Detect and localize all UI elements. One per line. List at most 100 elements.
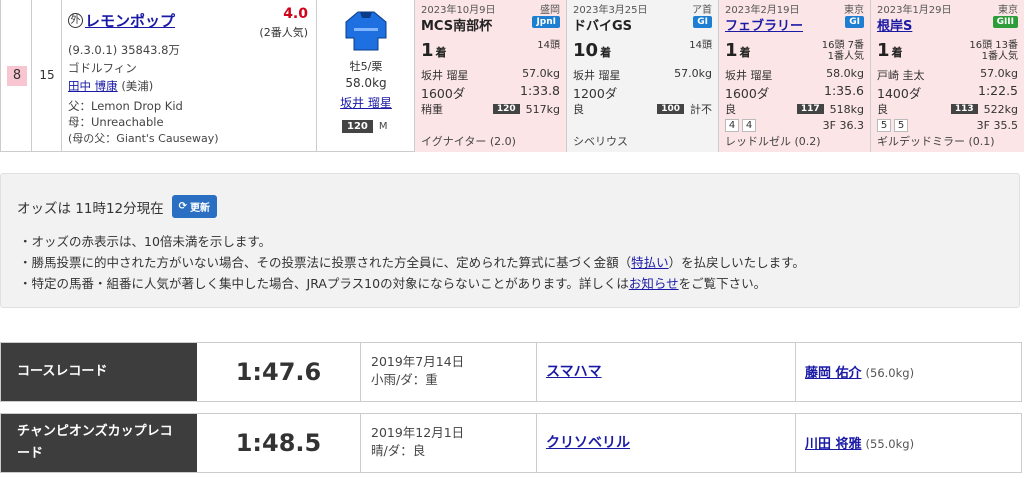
grade-badge: GI <box>693 16 712 28</box>
trainer-stable: (美浦) <box>121 79 154 93</box>
past-run-body-weight: 517kg <box>525 102 560 116</box>
jockey-link[interactable]: 坂井 瑠星 <box>340 96 392 110</box>
past-run-last3f: 3F 35.5 <box>976 119 1018 132</box>
sex-age: 牡5/栗 <box>349 60 383 73</box>
rating-box: 120 M <box>342 120 388 133</box>
horse-name-link[interactable]: レモンポップ <box>85 10 175 31</box>
past-run-track: 良 <box>725 103 736 116</box>
grade-badge: JpnI <box>532 16 560 28</box>
horse-info-cell: 外 レモンポップ 4.0 (2番人気) (9.3.0.1) 35843.8万 ゴ… <box>62 0 317 152</box>
past-run-heads: 14頭 <box>689 40 712 51</box>
past-run-place: 1着 <box>725 40 751 61</box>
past-run-index: 113 <box>950 104 978 114</box>
odds-time-row: オッズは 11時12分現在 ⟳ 更新 <box>17 195 218 218</box>
past-run-jockey-row: 坂井 瑠星 57.0kg <box>421 67 560 83</box>
waku-badge: 8 <box>7 66 27 86</box>
corner-position: 4 <box>742 119 756 132</box>
silk-cell: 牡5/栗 58.0kg 坂井 瑠星 120 M <box>317 0 415 152</box>
record-label: コースレコード <box>1 343 197 401</box>
past-run-heads: 14頭 <box>537 40 560 51</box>
bullet3-text-post: をご覧下さい。 <box>678 276 767 291</box>
past-run-body-weight: 計不 <box>690 103 712 116</box>
past-run-distance-row: 1600ダ 1:33.8 <box>421 83 560 102</box>
record-jockey-block: 川田 将雅 (55.0kg) <box>805 433 914 452</box>
sire: 父：Lemon Drop Kid <box>68 99 183 113</box>
heads-top: 16頭 7番 <box>821 40 864 51</box>
place-number: 1 <box>725 40 738 61</box>
past-run-opponent: レッドルゼル (0.2) <box>725 135 821 148</box>
record-horse-link[interactable]: クリソベリル <box>546 432 630 452</box>
past-run-track-row: 良 100 計不 <box>573 101 712 117</box>
grade-badge: GI <box>845 16 864 28</box>
rating-badge: 120 <box>342 120 373 133</box>
umaban-number: 15 <box>39 68 55 82</box>
past-run-jockey-row: 坂井 瑠星 57.0kg <box>573 67 712 83</box>
past-run-load: 57.0kg <box>674 67 712 80</box>
past-run-time: 1:35.6 <box>824 83 864 98</box>
past-run-distance-row: 1400ダ 1:22.5 <box>877 83 1018 102</box>
odds-notice-panel: オッズは 11時12分現在 ⟳ 更新 ・オッズの赤表示は、10倍未満を示します。… <box>0 173 1020 308</box>
past-run-body-weight: 522kg <box>983 102 1018 116</box>
past-run-distance: 1400ダ <box>877 86 922 101</box>
dam: 母：Unreachable <box>68 115 164 129</box>
past-run-track-row: 良 117 518kg <box>725 101 864 117</box>
past-run-race-link[interactable]: 根岸S <box>877 15 912 34</box>
past-run-track-row: 稍重 120 517kg <box>421 101 560 117</box>
rating-unit: M <box>378 121 388 132</box>
horse-record-line: (9.3.0.1) 35843.8万 <box>68 42 180 58</box>
refresh-label: 更新 <box>190 203 211 214</box>
foreign-bred-icon: 外 <box>68 13 83 28</box>
refresh-button[interactable]: ⟳ 更新 <box>171 195 218 218</box>
past-run-place: 1着 <box>877 40 903 61</box>
past-run-1: 2023年10月9日 盛岡 MCS南部杯 JpnI 1着 14頭 坂井 瑠星 57… <box>415 0 567 152</box>
record-jockey-weight: (56.0kg) <box>865 366 915 380</box>
record-jockey-link[interactable]: 藤岡 佑介 <box>805 366 862 381</box>
odds-time: オッズは 11時12分現在 <box>17 200 164 217</box>
horse-popularity: (2番人気) <box>259 26 308 39</box>
record-condition: 晴/ダ：良 <box>371 443 426 458</box>
announcement-link[interactable]: お知らせ <box>629 276 679 291</box>
past-run-heads: 16頭 7番 1番人気 <box>822 40 864 62</box>
past-run-date: 2023年1月29日 <box>877 5 952 16</box>
refresh-icon: ⟳ <box>178 201 188 212</box>
past-run-race-link[interactable]: フェブラリー <box>725 15 803 34</box>
past-run-jockey-row: 坂井 瑠星 58.0kg <box>725 67 864 83</box>
past-run-distance-row: 1600ダ 1:35.6 <box>725 83 864 102</box>
past-run-load: 57.0kg <box>522 67 560 80</box>
past-run-distance: 1200ダ <box>573 86 618 101</box>
horse-entry-row: 8 15 外 レモンポップ 4.0 (2番人気) (9.3.0.1) 35843… <box>0 0 1024 152</box>
trainer-line: 田中 博康 (美浦) <box>68 78 153 94</box>
record-jockey-block: 藤岡 佑介 (56.0kg) <box>805 362 914 381</box>
past-run-place: 10 着 <box>573 40 611 61</box>
horse-owner: ゴドルフィン <box>68 61 137 75</box>
heads-bottom: 1番人気 <box>827 51 864 62</box>
past-run-venue: 東京 <box>844 5 864 16</box>
past-run-4: 2023年1月29日 東京 根岸S GIII 1着 16頭 13番 1番人気 戸崎… <box>871 0 1024 152</box>
notice-bullet-1: ・オッズの赤表示は、10倍未満を示します。 <box>19 234 272 249</box>
past-run-venue: ア首 <box>692 5 712 16</box>
carried-weight: 58.0kg <box>345 76 387 90</box>
record-horse-link[interactable]: スマハマ <box>546 361 602 381</box>
race-record-row: チャンピオンズカップレコード 1:48.5 2019年12月1日 晴/ダ：良 ク… <box>0 413 1022 473</box>
past-run-race: MCS南部杯 <box>421 19 493 34</box>
past-run-last3f: 3F 36.3 <box>822 119 864 132</box>
record-date-block: 2019年12月1日 晴/ダ：良 <box>371 424 464 460</box>
past-run-jockey: 坂井 瑠星 <box>725 69 773 82</box>
damsire: (母の父：Giant's Causeway) <box>68 132 219 145</box>
record-jockey-link[interactable]: 川田 将雅 <box>805 437 862 452</box>
heads-top: 14頭 <box>689 40 712 51</box>
past-run-jockey: 坂井 瑠星 <box>573 69 621 82</box>
past-run-index: 100 <box>657 104 684 114</box>
trainer-link[interactable]: 田中 博康 <box>68 79 118 93</box>
past-run-distance: 1600ダ <box>725 86 770 101</box>
record-date-block: 2019年7月14日 小雨/ダ：重 <box>371 353 464 389</box>
record-label: チャンピオンズカップレコード <box>1 414 197 472</box>
past-run-date: 2023年3月25日 <box>573 5 648 16</box>
past-run-jockey-row: 戸崎 圭太 57.0kg <box>877 67 1018 83</box>
record-date: 2019年12月1日 <box>371 425 465 440</box>
past-run-time: 1:22.5 <box>978 83 1018 98</box>
past-run-pos-row: 4 4 3F 36.3 <box>725 119 864 132</box>
place-number: 10 <box>573 40 599 61</box>
special-payout-link[interactable]: 特払い <box>631 255 669 270</box>
past-run-time: 1:33.8 <box>520 83 560 98</box>
